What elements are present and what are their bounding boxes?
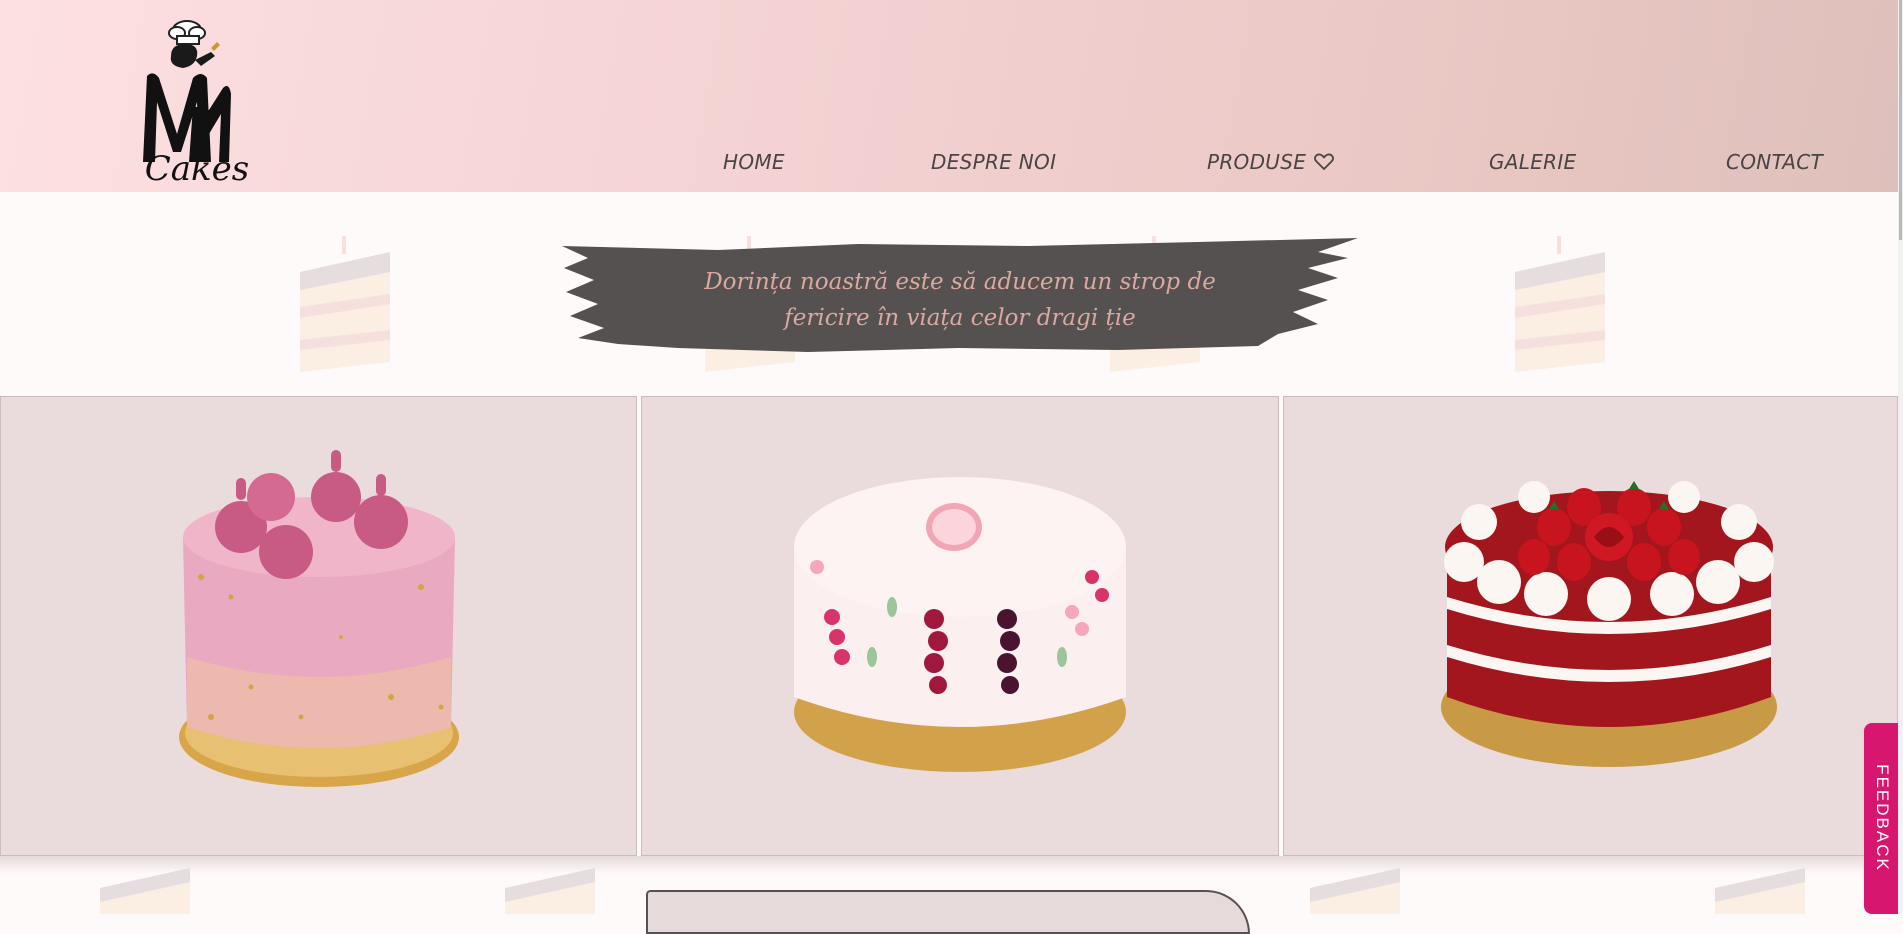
- floral-cake-image: [794, 477, 1126, 772]
- nav-products[interactable]: PRODUSE: [1207, 150, 1335, 174]
- product-card-floral-cake[interactable]: [641, 396, 1279, 856]
- section-shadow: [0, 856, 1898, 874]
- tagline: Dorința noastră este să aducem un strop …: [640, 264, 1280, 336]
- nav-gallery[interactable]: GALERIE: [1489, 150, 1577, 174]
- tagline-line-1: Dorința noastră este să aducem un strop …: [704, 269, 1216, 295]
- product-card-red-velvet-cake[interactable]: [1283, 396, 1898, 856]
- feedback-tab[interactable]: FEEDBACK: [1864, 723, 1900, 914]
- next-section-banner: [646, 890, 1250, 934]
- cake-slice-pattern-icon: [300, 236, 390, 372]
- site-header: Cakes HOME DESPRE NOI PRODUSE GALERIE CO…: [0, 0, 1898, 192]
- scrollbar-thumb[interactable]: [1899, 0, 1902, 240]
- nav-home[interactable]: HOME: [723, 150, 785, 174]
- red-velvet-cake-image: [1441, 481, 1777, 767]
- nav-products-label: PRODUSE: [1207, 150, 1307, 174]
- heart-icon: [1314, 153, 1335, 170]
- nav-about[interactable]: DESPRE NOI: [931, 150, 1056, 174]
- main-nav: HOME DESPRE NOI PRODUSE GALERIE CONTACT: [0, 150, 1898, 180]
- nav-contact[interactable]: CONTACT: [1726, 150, 1823, 174]
- feedback-label: FEEDBACK: [1873, 764, 1892, 872]
- cake-slice-pattern-icon: [1515, 236, 1605, 372]
- tagline-line-2: fericire în viața celor dragi ție: [784, 305, 1136, 331]
- pink-cake-image: [179, 450, 459, 787]
- product-card-pink-cake[interactable]: [0, 396, 637, 856]
